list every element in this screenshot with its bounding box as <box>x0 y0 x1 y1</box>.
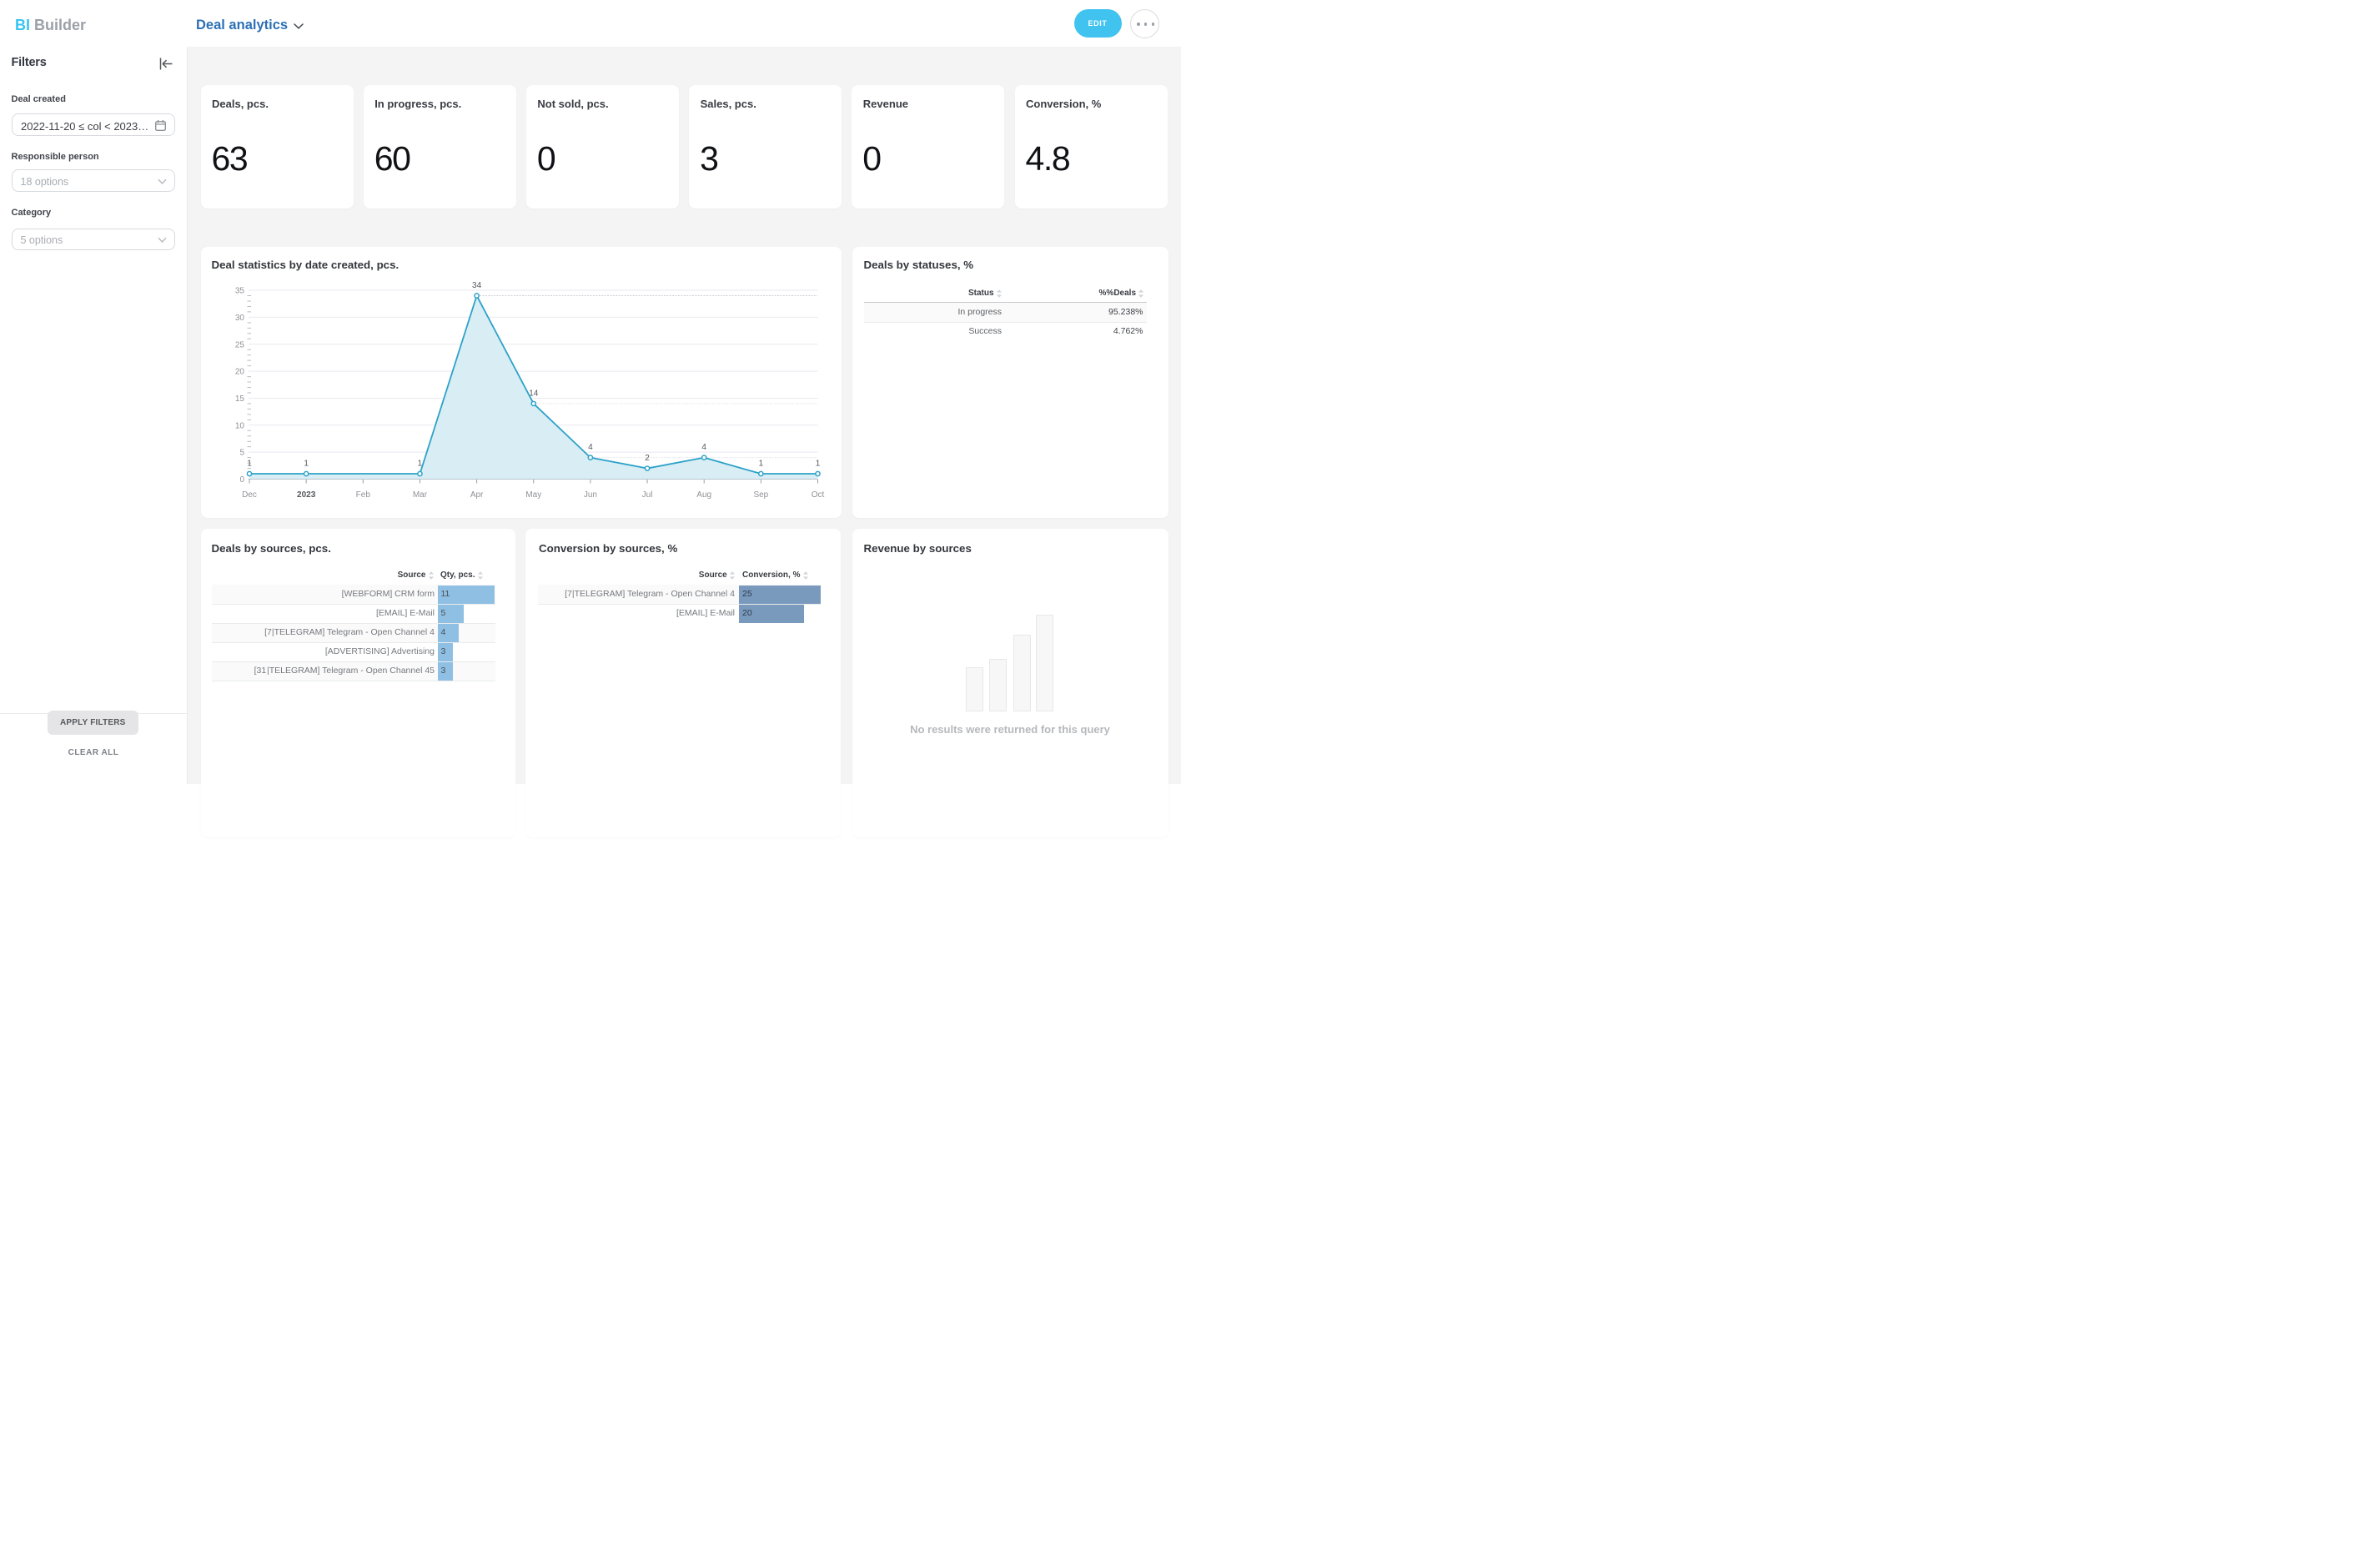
svg-text:2: 2 <box>645 454 650 463</box>
svg-text:25: 25 <box>234 340 244 349</box>
svg-text:1: 1 <box>758 459 763 468</box>
svg-text:35: 35 <box>234 286 244 295</box>
svg-text:Apr: Apr <box>470 490 483 500</box>
svg-text:2023: 2023 <box>297 490 316 500</box>
svg-text:20: 20 <box>234 367 244 376</box>
svg-text:Aug: Aug <box>696 490 711 500</box>
svg-text:Dec: Dec <box>242 490 257 500</box>
svg-text:Feb: Feb <box>355 490 370 500</box>
svg-text:30: 30 <box>234 313 244 322</box>
svg-text:5: 5 <box>239 448 244 457</box>
svg-text:Mar: Mar <box>412 490 427 500</box>
svg-text:14: 14 <box>529 389 539 398</box>
svg-text:34: 34 <box>472 281 482 290</box>
svg-text:1: 1 <box>304 459 309 468</box>
svg-text:1: 1 <box>417 459 422 468</box>
svg-text:1: 1 <box>247 459 252 468</box>
svg-text:May: May <box>525 490 541 500</box>
svg-text:4: 4 <box>588 443 593 452</box>
svg-text:4: 4 <box>701 443 706 452</box>
svg-text:10: 10 <box>234 421 244 430</box>
svg-text:Jun: Jun <box>583 490 596 500</box>
svg-text:1: 1 <box>815 459 820 468</box>
svg-text:15: 15 <box>234 394 244 403</box>
svg-text:Oct: Oct <box>811 490 824 500</box>
svg-text:Jul: Jul <box>641 490 652 500</box>
svg-text:Sep: Sep <box>753 490 768 500</box>
svg-text:0: 0 <box>239 475 244 485</box>
